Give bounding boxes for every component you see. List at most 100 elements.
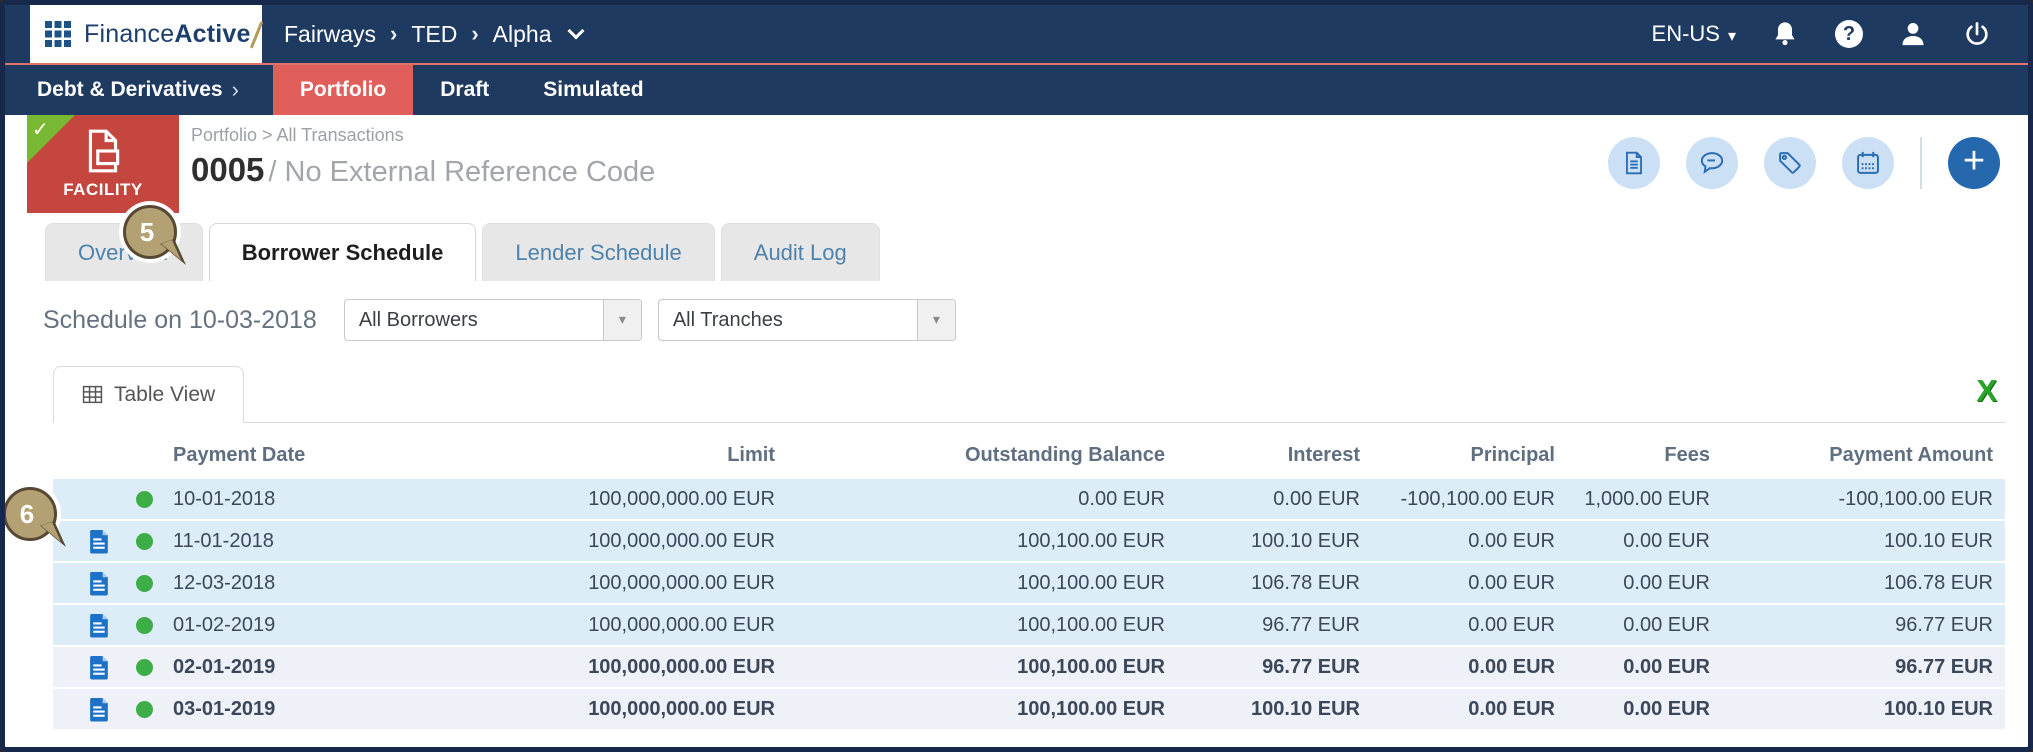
cell-principal: 0.00 EUR xyxy=(1468,697,1555,720)
table-row[interactable]: 01-02-2019 100,000,000.00 EUR 100,100.00… xyxy=(53,605,2005,645)
header-icons-spacer xyxy=(53,431,173,479)
cell-interest: 96.77 EUR xyxy=(1262,613,1360,636)
cell-limit: 100,000,000.00 EUR xyxy=(588,613,775,636)
breadcrumb-item-alpha[interactable]: Alpha xyxy=(493,21,552,48)
cell-interest: 96.77 EUR xyxy=(1262,655,1360,678)
help-icon[interactable] xyxy=(1834,19,1864,49)
status-dot-icon xyxy=(136,532,153,550)
table-grid-icon xyxy=(82,385,103,404)
cell-principal: -100,100.00 EUR xyxy=(1400,487,1555,510)
borrowers-dropdown-value: All Borrowers xyxy=(358,308,478,331)
app-launcher-icon[interactable] xyxy=(44,20,72,48)
cell-limit: 100,000,000.00 EUR xyxy=(588,529,775,552)
breadcrumb-item-ted[interactable]: TED xyxy=(411,21,457,48)
logout-power-icon[interactable] xyxy=(1962,19,1992,49)
cell-payment-amount: 100.10 EUR xyxy=(1884,529,1993,552)
document-icon[interactable] xyxy=(89,571,110,596)
language-selector[interactable]: EN-US xyxy=(1652,21,1736,47)
table-row[interactable]: 02-01-2019 100,000,000.00 EUR 100,100.00… xyxy=(53,647,2005,687)
cell-fees: 0.00 EUR xyxy=(1623,697,1710,720)
cell-payment-date: 12-03-2018 xyxy=(173,571,276,594)
table-view-tab[interactable]: Table View xyxy=(53,366,245,423)
status-dot-icon xyxy=(136,658,153,676)
table-row[interactable]: 11-01-2018 100,000,000.00 EUR 100,100.00… xyxy=(53,521,2005,561)
facility-actions xyxy=(1608,137,2000,189)
cell-fees: 0.00 EUR xyxy=(1623,571,1710,594)
table-row[interactable]: 10-01-2018 100,000,000.00 EUR 0.00 EUR 0… xyxy=(53,479,2005,519)
annotation-badge-6: 6 xyxy=(5,487,57,541)
checkmark-ribbon-icon xyxy=(27,115,75,163)
page-tabs: Overview Borrower Schedule Lender Schedu… xyxy=(45,217,2028,281)
cell-outstanding-balance: 100,100.00 EUR xyxy=(1017,655,1165,678)
user-icon[interactable] xyxy=(1898,19,1928,49)
breadcrumb-item-fairways[interactable]: Fairways xyxy=(284,21,376,48)
facility-type-label: FACILITY xyxy=(63,180,143,199)
cell-principal: 0.00 EUR xyxy=(1468,613,1555,636)
cell-payment-amount: 96.77 EUR xyxy=(1895,655,1993,678)
tab-simulated[interactable]: Simulated xyxy=(516,65,670,115)
caret-down-icon[interactable] xyxy=(602,300,641,340)
cell-limit: 100,000,000.00 EUR xyxy=(588,487,775,510)
document-icon[interactable] xyxy=(89,697,110,722)
caret-down-icon xyxy=(1728,21,1736,47)
status-dot-icon xyxy=(136,700,153,718)
document-icon[interactable] xyxy=(89,529,110,554)
tab-portfolio[interactable]: Portfolio xyxy=(272,65,414,115)
caret-down-icon[interactable] xyxy=(916,300,955,340)
cell-principal: 0.00 EUR xyxy=(1468,655,1555,678)
documents-button[interactable] xyxy=(1608,137,1660,189)
cell-principal: 0.00 EUR xyxy=(1468,529,1555,552)
notifications-bell-icon[interactable] xyxy=(1770,19,1800,49)
cell-payment-date: 01-02-2019 xyxy=(173,613,276,636)
cell-limit: 100,000,000.00 EUR xyxy=(588,655,775,678)
cell-payment-amount: 96.77 EUR xyxy=(1895,613,1993,636)
schedule-filters: Schedule on 10-03-2018 All Borrowers All… xyxy=(43,299,2028,341)
tags-button[interactable] xyxy=(1764,137,1816,189)
status-dot-icon xyxy=(136,616,153,634)
facility-name: / No External Reference Code xyxy=(268,156,656,188)
breadcrumb: Fairways › TED › Alpha xyxy=(284,21,584,48)
cell-interest: 0.00 EUR xyxy=(1273,487,1360,510)
document-icon[interactable] xyxy=(89,655,110,680)
document-icon[interactable] xyxy=(89,613,110,638)
cell-outstanding-balance: 100,100.00 EUR xyxy=(1017,571,1165,594)
divider xyxy=(1920,137,1922,189)
tranches-dropdown-value: All Tranches xyxy=(672,308,783,331)
cell-fees: 1,000.00 EUR xyxy=(1584,487,1710,510)
status-dot-icon xyxy=(136,490,153,508)
facility-header: FACILITY Portfolio > All Transactions 00… xyxy=(5,115,2028,217)
brand-logo: FinanceActive xyxy=(84,20,263,49)
cell-payment-date: 10-01-2018 xyxy=(173,487,276,510)
comments-button[interactable] xyxy=(1686,137,1738,189)
tab-draft[interactable]: Draft xyxy=(413,65,516,115)
excel-export-icon[interactable]: X xyxy=(1976,375,1997,406)
chevron-down-icon[interactable] xyxy=(567,22,584,39)
cell-payment-amount: 100.10 EUR xyxy=(1884,697,1993,720)
tab-lender-schedule[interactable]: Lender Schedule xyxy=(482,223,715,281)
table-row[interactable]: 12-03-2018 100,000,000.00 EUR 100,100.00… xyxy=(53,563,2005,603)
add-button[interactable] xyxy=(1948,137,2000,189)
column-header-payment-amount: Payment Amount xyxy=(1829,443,1993,466)
cell-limit: 100,000,000.00 EUR xyxy=(588,697,775,720)
tab-borrower-schedule[interactable]: Borrower Schedule xyxy=(208,223,477,281)
schedule-date-label: Schedule on 10-03-2018 xyxy=(43,305,317,334)
column-header-outstanding-balance: Outstanding Balance xyxy=(964,443,1165,466)
borrowers-dropdown[interactable]: All Borrowers xyxy=(343,299,642,341)
module-menu-debt-derivatives[interactable]: Debt & Derivatives xyxy=(37,65,239,115)
tranches-dropdown[interactable]: All Tranches xyxy=(657,299,956,341)
cell-payment-amount: 106.78 EUR xyxy=(1884,571,1993,594)
cell-payment-date: 03-01-2019 xyxy=(173,697,276,720)
cell-outstanding-balance: 0.00 EUR xyxy=(1078,487,1165,510)
view-bar: Table View X xyxy=(53,365,2005,423)
calendar-button[interactable] xyxy=(1842,137,1894,189)
tab-audit-log[interactable]: Audit Log xyxy=(720,223,880,281)
column-header-fees: Fees xyxy=(1664,443,1710,466)
annotation-badge-5: 5 xyxy=(123,205,177,259)
cell-interest: 106.78 EUR xyxy=(1251,571,1360,594)
table-row[interactable]: 03-01-2019 100,000,000.00 EUR 100,100.00… xyxy=(53,689,2005,729)
logo-slash-icon xyxy=(249,20,263,49)
chevron-right-icon: › xyxy=(390,21,398,46)
logo[interactable]: FinanceActive xyxy=(30,5,263,63)
cell-outstanding-balance: 100,100.00 EUR xyxy=(1017,697,1165,720)
cell-outstanding-balance: 100,100.00 EUR xyxy=(1017,529,1165,552)
